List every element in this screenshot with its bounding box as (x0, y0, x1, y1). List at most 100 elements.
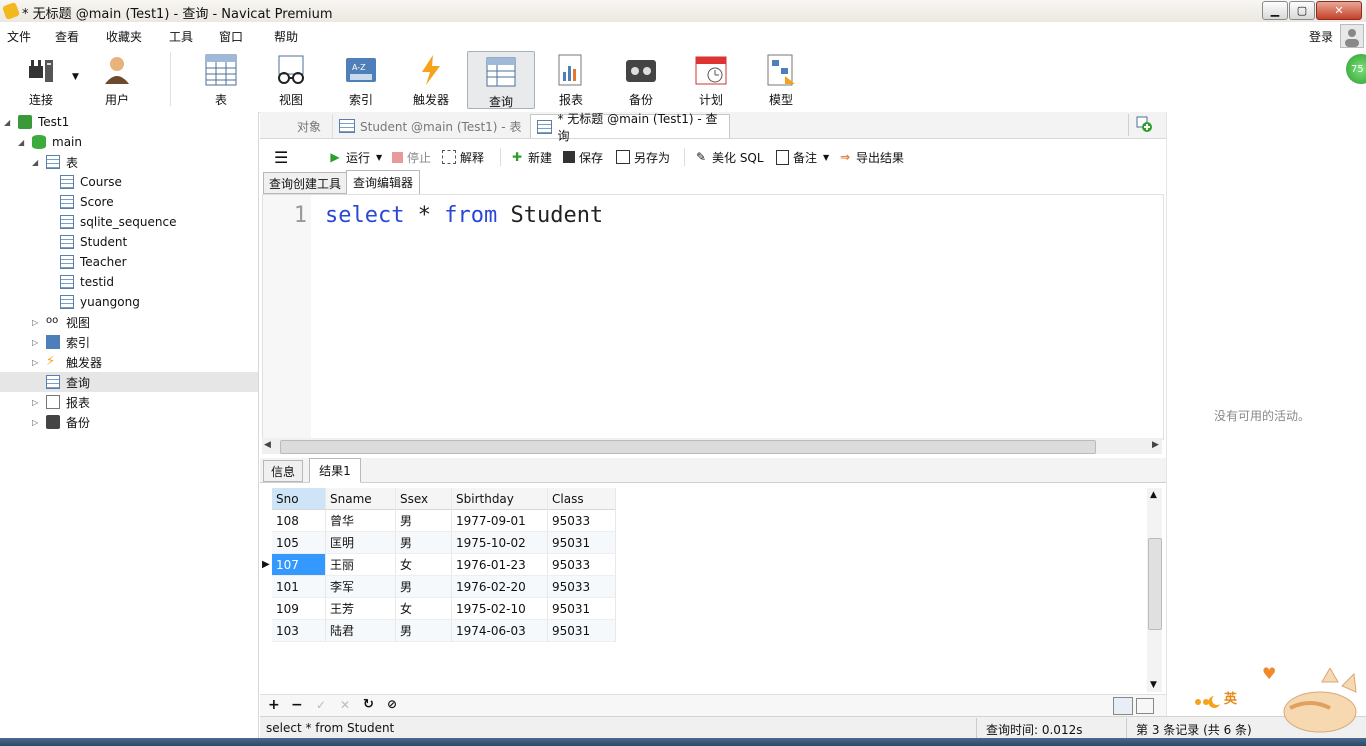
table-cell[interactable]: 1976-01-23 (452, 554, 548, 576)
table-cell[interactable]: 男 (396, 532, 452, 554)
tree-table-item[interactable]: sqlite_sequence (60, 212, 176, 232)
comment-button[interactable]: 备注 ▼ (776, 148, 829, 166)
table-cell[interactable]: 男 (396, 620, 452, 642)
column-header[interactable]: Class (548, 488, 616, 510)
user-button[interactable]: 用户 (84, 50, 150, 108)
dropdown-arrow-icon[interactable]: ▼ (72, 72, 79, 82)
table-cell[interactable]: 109 (272, 598, 326, 620)
scrollbar-thumb[interactable] (1148, 538, 1162, 630)
table-cell[interactable]: 95033 (548, 510, 616, 532)
delete-record-icon[interactable]: − (291, 697, 303, 713)
table-row[interactable]: 109 王芳 女 1975-02-10 95031 (272, 598, 616, 620)
tree-reports[interactable]: ▷ 报表 (32, 392, 90, 412)
table-cell[interactable]: 女 (396, 554, 452, 576)
table-cell[interactable]: 男 (396, 576, 452, 598)
tree-table-item[interactable]: testid (60, 272, 114, 292)
tree-indexes[interactable]: ▷ 索引 (32, 332, 90, 352)
table-cell[interactable]: 101 (272, 576, 326, 598)
table-row[interactable]: 105 匡明 男 1975-10-02 95031 (272, 532, 616, 554)
update-badge[interactable]: 75 (1346, 54, 1366, 84)
tab-info[interactable]: 信息 (263, 460, 303, 482)
tree-table-item[interactable]: Teacher (60, 252, 127, 272)
tree-table-item[interactable]: Student (60, 232, 127, 252)
tree-table-item[interactable]: yuangong (60, 292, 140, 312)
table-cell[interactable]: 1974-06-03 (452, 620, 548, 642)
tree-views[interactable]: ▷ oo 视图 (32, 312, 90, 332)
view-button[interactable]: 视图 (258, 50, 324, 108)
table-cell[interactable]: 王芳 (326, 598, 396, 620)
tab-result1[interactable]: 结果1 (309, 458, 361, 483)
tab-student-table[interactable]: Student @main (Test1) - 表 (332, 114, 528, 138)
column-header[interactable]: Sno (272, 488, 326, 510)
menu-view[interactable]: 查看 (55, 28, 79, 45)
menu-window[interactable]: 窗口 (219, 28, 243, 45)
table-row[interactable]: 103 陆君 男 1974-06-03 95031 (272, 620, 616, 642)
new-tab-icon[interactable] (1136, 116, 1152, 132)
form-view-icon[interactable] (1136, 698, 1154, 714)
maximize-button[interactable]: ▢ (1289, 1, 1315, 20)
run-button[interactable]: ▶ 运行 ▼ (328, 148, 382, 166)
scroll-down-icon[interactable]: ▼ (1150, 680, 1157, 690)
sql-editor[interactable]: 1 select * from Student (262, 194, 1164, 440)
minimize-button[interactable]: ▁ (1262, 1, 1288, 20)
tree-table-item[interactable]: Course (60, 172, 122, 192)
grid-view-icon[interactable] (1113, 697, 1133, 715)
table-cell[interactable]: 1977-09-01 (452, 510, 548, 532)
table-cell[interactable]: 95033 (548, 554, 616, 576)
login-link[interactable]: 登录 (1309, 28, 1333, 45)
scroll-up-icon[interactable]: ▲ (1150, 490, 1157, 500)
query-button[interactable]: 查询 (467, 51, 535, 109)
tree-triggers[interactable]: ▷ ⚡ 触发器 (32, 352, 102, 372)
trigger-button[interactable]: 触发器 (398, 50, 464, 108)
tree-connection[interactable]: ◢ Test1 (4, 112, 69, 132)
report-button[interactable]: 报表 (538, 50, 604, 108)
table-cell[interactable]: 男 (396, 510, 452, 532)
table-row[interactable]: 108 曾华 男 1977-09-01 95033 (272, 510, 616, 532)
table-cell[interactable]: 匡明 (326, 532, 396, 554)
table-cell[interactable]: 95033 (548, 576, 616, 598)
new-query-button[interactable]: ✚ 新建 (510, 148, 552, 166)
refresh-icon[interactable]: ↻ (363, 697, 374, 712)
table-cell[interactable]: 1975-02-10 (452, 598, 548, 620)
table-cell[interactable]: 108 (272, 510, 326, 532)
table-cell[interactable]: 王丽 (326, 554, 396, 576)
table-cell[interactable]: 陆君 (326, 620, 396, 642)
close-button[interactable]: ✕ (1316, 1, 1362, 20)
scrollbar-thumb[interactable] (280, 440, 1096, 454)
table-cell[interactable]: 95031 (548, 598, 616, 620)
ime-toolbar[interactable]: 英 (1190, 680, 1270, 720)
menu-file[interactable]: 文件 (7, 28, 31, 45)
ime-language[interactable]: 英 (1224, 688, 1237, 707)
scroll-right-icon[interactable]: ▶ (1152, 440, 1159, 450)
column-header[interactable]: Ssex (396, 488, 452, 510)
avatar[interactable] (1340, 24, 1364, 48)
table-cell[interactable]: 105 (272, 532, 326, 554)
column-header[interactable]: Sbirthday (452, 488, 548, 510)
tree-tables[interactable]: ◢ 表 (32, 152, 78, 172)
menu-help[interactable]: 帮助 (274, 28, 298, 45)
backup-button[interactable]: 备份 (608, 50, 674, 108)
table-cell[interactable]: 103 (272, 620, 326, 642)
explain-button[interactable]: 解释 (442, 148, 484, 166)
table-cell[interactable]: 95031 (548, 620, 616, 642)
sql-code[interactable]: select * from Student (325, 203, 603, 228)
column-header[interactable]: Sname (326, 488, 396, 510)
save-as-button[interactable]: 另存为 (616, 148, 670, 166)
menu-favorites[interactable]: 收藏夹 (106, 28, 142, 45)
hamburger-menu-icon[interactable]: ☰ (274, 148, 288, 167)
model-button[interactable]: 模型 (748, 50, 814, 108)
menu-tools[interactable]: 工具 (169, 28, 193, 45)
index-button[interactable]: A-Z 索引 (328, 50, 394, 108)
add-record-icon[interactable]: + (268, 697, 280, 713)
table-cell[interactable]: 1975-10-02 (452, 532, 548, 554)
connect-button[interactable]: 连接 (8, 50, 74, 108)
table-row[interactable]: ▶ 107 王丽 女 1976-01-23 95033 (262, 554, 616, 576)
table-cell[interactable]: 李军 (326, 576, 396, 598)
table-button[interactable]: 表 (188, 50, 254, 108)
tree-database[interactable]: ◢ main (18, 132, 82, 152)
discard-icon[interactable]: ✕ (340, 698, 350, 712)
tab-query[interactable]: * 无标题 @main (Test1) - 查询 (530, 112, 730, 143)
scroll-left-icon[interactable]: ◀ (264, 440, 271, 450)
export-results-button[interactable]: ⇒ 导出结果 (838, 148, 904, 166)
table-cell[interactable]: 95031 (548, 532, 616, 554)
